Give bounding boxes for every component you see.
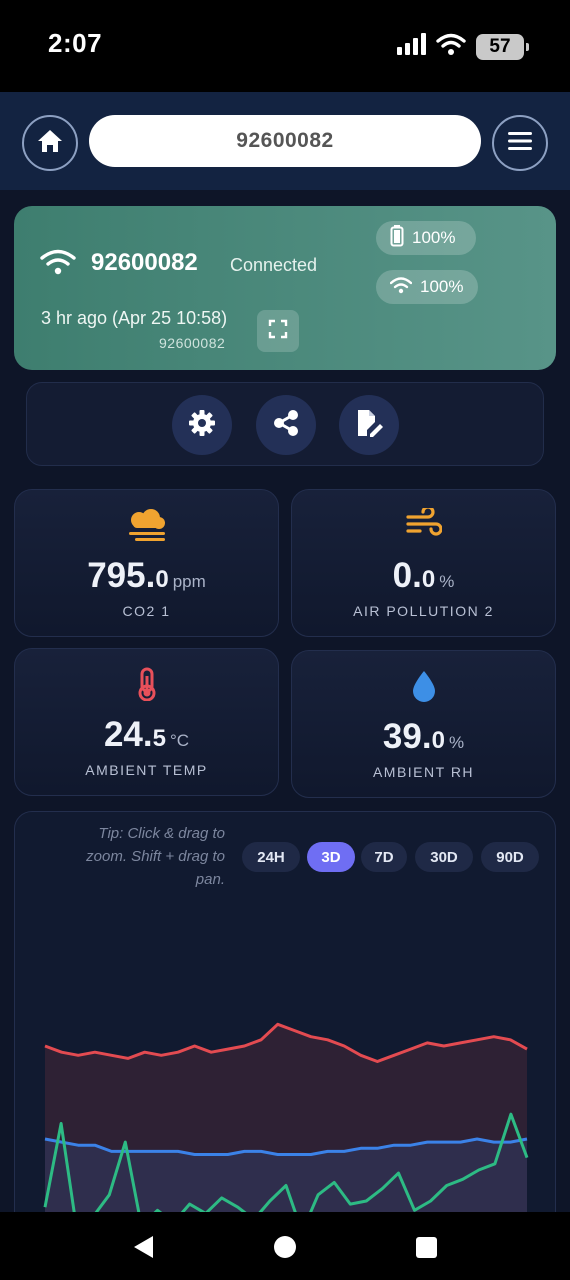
signal-level: 100%	[420, 277, 464, 296]
back-icon[interactable]	[132, 1235, 154, 1264]
expand-button[interactable]	[257, 310, 299, 352]
share-icon	[272, 409, 300, 442]
home-circle-icon[interactable]	[273, 1235, 297, 1264]
metric-card-co2[interactable]: 795.0 ppm CO2 1	[14, 489, 279, 637]
hamburger-menu-icon	[507, 130, 533, 157]
metric-label: CO2 1	[122, 603, 171, 619]
system-nav-bar	[0, 1212, 570, 1280]
wind-icon	[405, 505, 443, 543]
metric-value-int: 39.	[382, 717, 432, 756]
metric-unit: °C	[169, 731, 190, 750]
status-time: 2:07	[48, 28, 103, 58]
wifi-connected-icon	[40, 248, 76, 281]
metric-value: 39.0%	[292, 717, 555, 757]
expand-icon	[268, 319, 288, 344]
metric-unit: ppm	[172, 572, 206, 591]
metric-unit: %	[439, 572, 455, 591]
settings-button[interactable]	[172, 395, 232, 455]
metric-value-int: 795.	[87, 556, 156, 595]
battery-chip: 100%	[376, 221, 476, 255]
connection-status: Connected	[230, 255, 318, 275]
edit-document-icon	[354, 408, 384, 443]
device-id: 92600082	[91, 249, 198, 276]
status-bar: 2:07 57	[0, 0, 570, 92]
signal-chip: 100%	[376, 270, 478, 304]
last-seen-time: 3 hr ago (Apr 25 10:58)	[41, 308, 228, 328]
edit-document-button[interactable]	[339, 395, 399, 455]
history-chart[interactable]	[15, 812, 556, 1231]
home-icon	[36, 128, 64, 159]
metric-card-air-pollution[interactable]: 0.0% AIR POLLUTION 2	[291, 489, 556, 637]
share-button[interactable]	[256, 395, 316, 455]
device-actions-card	[26, 382, 544, 466]
water-drop-icon	[411, 669, 437, 708]
metric-value-dec: 0	[431, 727, 445, 754]
metric-value: 24.5 °C	[15, 715, 278, 755]
metric-value-int: 0.	[392, 556, 422, 595]
metric-value-int: 24.	[103, 715, 153, 754]
metric-label: AMBIENT TEMP	[85, 762, 208, 778]
device-status-card: 92600082 Connected 3 hr ago (Apr 25 10:5…	[14, 206, 556, 370]
cloud-icon	[127, 508, 167, 547]
battery-full-icon	[390, 224, 404, 252]
battery-indicator: 57	[476, 33, 529, 60]
battery-level: 100%	[412, 228, 456, 247]
thermometer-icon	[135, 667, 159, 706]
wifi-icon	[436, 32, 466, 61]
metric-value-dec: 0	[421, 566, 436, 593]
home-button[interactable]	[22, 115, 78, 171]
gear-icon	[188, 409, 216, 442]
metric-card-ambient-temp[interactable]: 24.5 °C AMBIENT TEMP	[14, 648, 279, 796]
cellular-signal-icon	[396, 33, 426, 60]
recents-square-icon[interactable]	[416, 1237, 437, 1263]
menu-button[interactable]	[492, 115, 548, 171]
metric-value-dec: 0	[155, 566, 169, 593]
history-chart-card: Tip: Click & drag to zoom. Shift + drag …	[14, 811, 556, 1231]
metric-value: 795.0 ppm	[15, 556, 278, 596]
status-icons: 57	[396, 32, 529, 61]
metric-unit: %	[448, 733, 465, 752]
wifi-signal-icon	[389, 276, 413, 299]
top-bar: 92600082	[0, 92, 570, 190]
device-selector[interactable]: 92600082	[89, 115, 481, 167]
metric-value: 0.0%	[292, 556, 555, 596]
device-sub-id: 92600082	[159, 335, 226, 351]
metric-value-dec: 5	[152, 725, 166, 752]
metric-label: AMBIENT RH	[372, 764, 475, 780]
metric-label: AIR POLLUTION 2	[353, 603, 494, 619]
metric-card-ambient-rh[interactable]: 39.0% AMBIENT RH	[291, 650, 556, 798]
